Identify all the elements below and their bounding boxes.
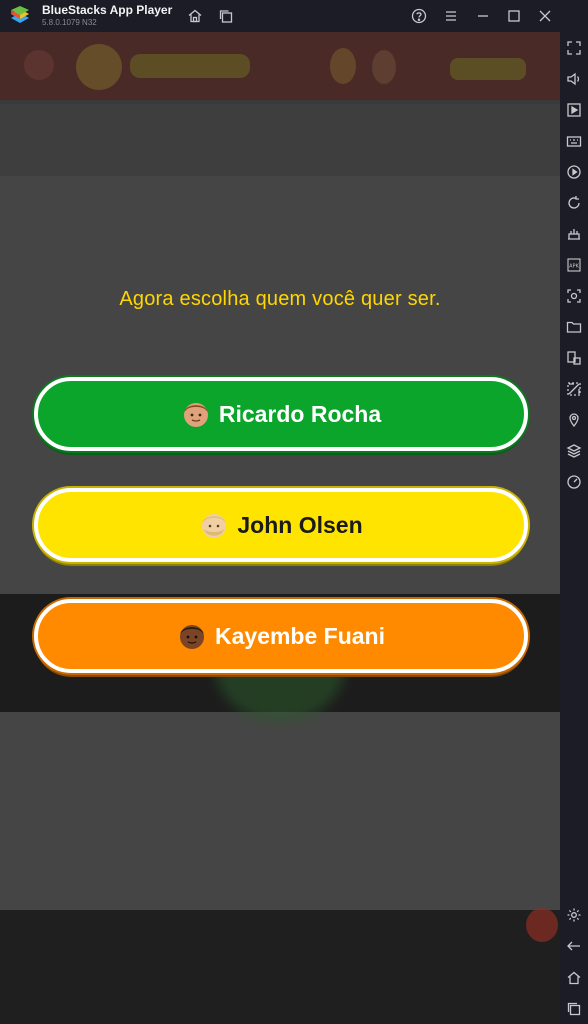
right-toolbar: APK	[560, 32, 588, 1024]
bluestacks-logo-icon	[11, 6, 29, 23]
game-viewport: Agora escolha quem você quer ser. Ricard…	[0, 32, 560, 1024]
choice-prompt: Agora escolha quem você quer ser.	[119, 288, 441, 310]
screenshot-icon[interactable]	[564, 286, 584, 306]
game-header-blurred	[0, 32, 560, 100]
settings-icon[interactable]	[564, 905, 584, 925]
volume-icon[interactable]	[564, 69, 584, 89]
macro-play-icon[interactable]	[564, 162, 584, 182]
eco-mode-icon[interactable]	[564, 379, 584, 399]
app-version: 5.8.0.1079 N32	[42, 18, 97, 27]
dark-skin-man-face-icon	[180, 625, 204, 649]
choice-label: Ricardo Rocha	[218, 400, 382, 427]
location-icon[interactable]	[564, 410, 584, 430]
choice-button-ricardo-rocha[interactable]: Ricardo Rocha	[34, 377, 528, 451]
choice-label: Kayembe Fuani	[215, 622, 385, 649]
background-bottom	[0, 910, 560, 1024]
help-icon[interactable]	[409, 6, 429, 26]
back-icon[interactable]	[564, 936, 584, 956]
title-blur	[130, 54, 250, 78]
menu-icon[interactable]	[441, 6, 461, 26]
svg-text:APK: APK	[569, 264, 579, 270]
stat-blur	[372, 50, 396, 84]
fullscreen-icon[interactable]	[564, 38, 584, 58]
speedometer-icon[interactable]	[564, 472, 584, 492]
rotate-icon[interactable]	[564, 193, 584, 213]
background-red-button	[526, 908, 558, 942]
choice-button-kayembe-fuani[interactable]: Kayembe Fuani	[34, 599, 528, 673]
performance-icon[interactable]	[564, 224, 584, 244]
close-icon[interactable]	[535, 6, 555, 26]
folder-icon[interactable]	[564, 317, 584, 337]
minimize-icon[interactable]	[473, 6, 493, 26]
recents-icon[interactable]	[564, 999, 584, 1019]
layers-icon[interactable]	[564, 441, 584, 461]
home-nav-icon[interactable]	[564, 968, 584, 988]
choice-label: John Olsen	[237, 511, 363, 538]
button-blur	[450, 58, 526, 80]
app-name: BlueStacks App Player	[42, 3, 173, 17]
menu-blur	[24, 50, 54, 80]
choice-button-john-olsen[interactable]: John Olsen	[34, 488, 528, 562]
logo-blur	[76, 44, 122, 90]
multi-instance-icon[interactable]	[216, 6, 236, 26]
keyboard-icon[interactable]	[564, 131, 584, 151]
background-band	[0, 104, 560, 176]
multi-instance-manager-icon[interactable]	[564, 348, 584, 368]
home-icon[interactable]	[185, 6, 205, 26]
brown-hair-man-face-icon	[183, 403, 208, 427]
title-bar: BlueStacks App Player 5.8.0.1079 N32	[0, 0, 588, 32]
blond-man-face-icon	[202, 514, 227, 538]
screen-record-icon[interactable]	[564, 100, 584, 120]
apk-install-icon[interactable]: APK	[564, 255, 584, 275]
stat-blur	[330, 48, 356, 84]
maximize-icon[interactable]	[504, 6, 524, 26]
